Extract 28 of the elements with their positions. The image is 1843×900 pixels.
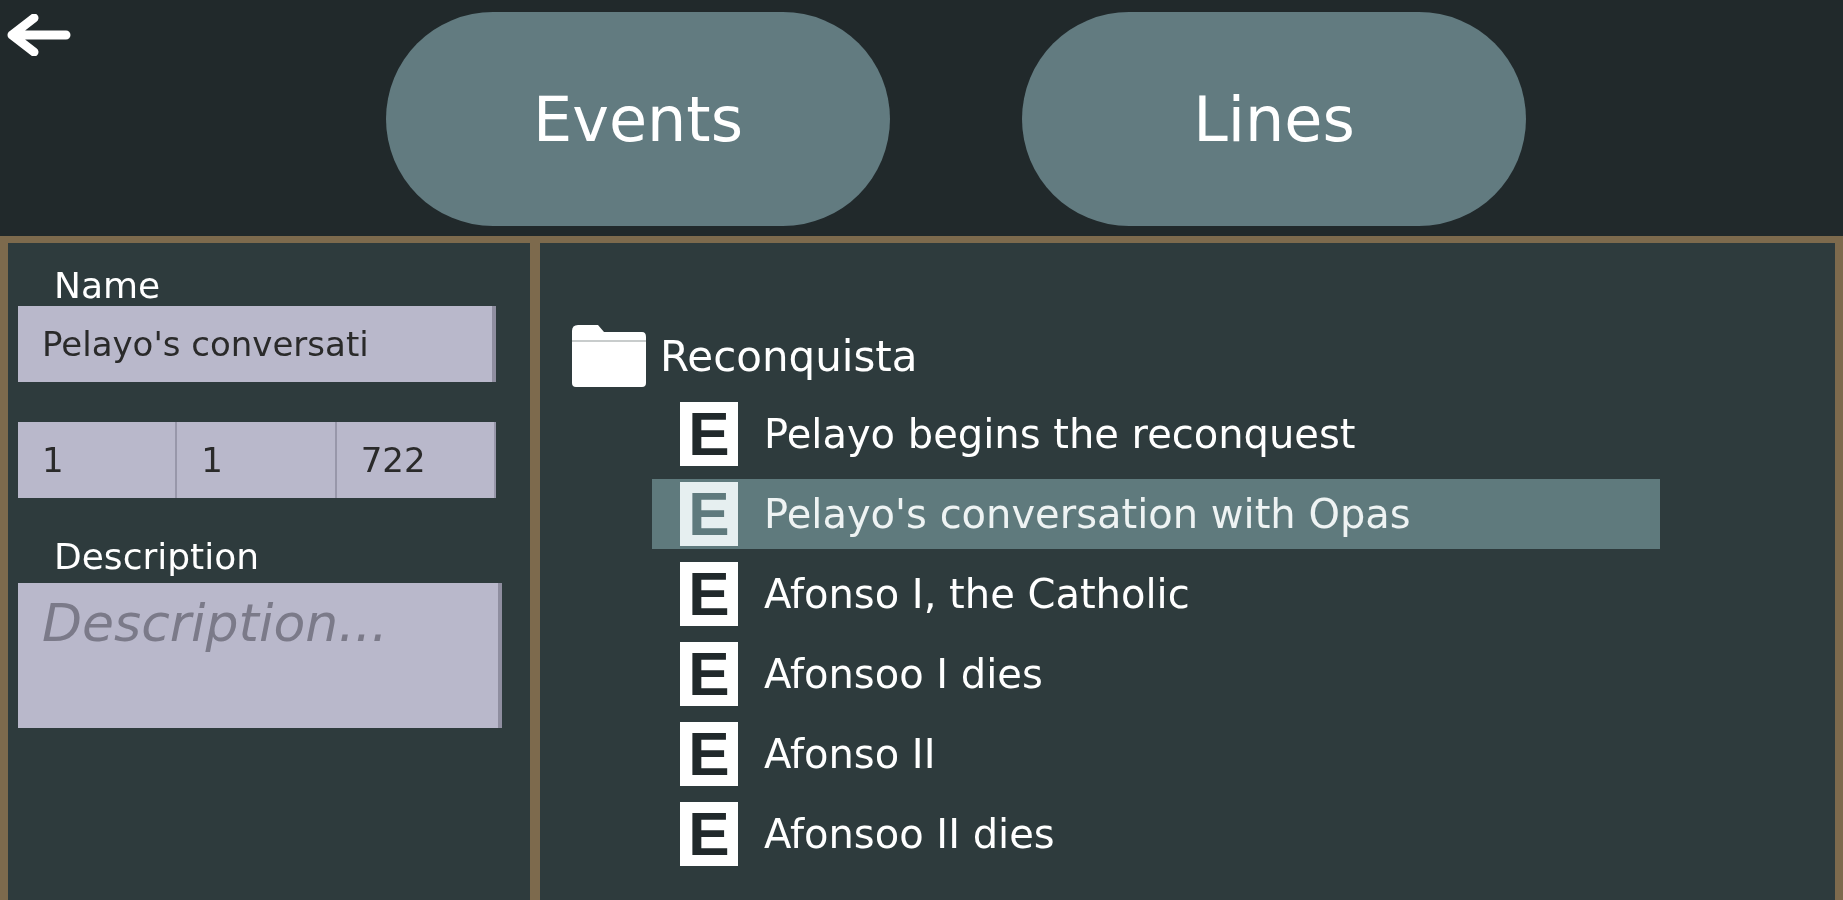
tree-item[interactable]: E Afonso II — [652, 719, 1660, 789]
date-field[interactable]: 1 — [177, 422, 337, 498]
tree-item[interactable]: E Afonso I, the Catholic — [652, 559, 1660, 629]
item-label: Pelayo begins the reconquest — [764, 411, 1356, 457]
item-label: Afonsoo I dies — [764, 651, 1043, 697]
event-badge: E — [680, 402, 738, 466]
folder-icon — [570, 323, 648, 389]
name-label: Name — [54, 265, 162, 306]
item-label: Pelayo's conversation with Opas — [764, 491, 1411, 537]
item-label: Afonso I, the Catholic — [764, 571, 1190, 617]
event-badge: E — [680, 482, 738, 546]
event-badge: E — [680, 802, 738, 866]
event-badge: E — [680, 722, 738, 786]
tree-item[interactable]: E Pelayo's conversation with Opas — [652, 479, 1660, 549]
name-field[interactable]: Pelayo's conversati — [18, 306, 496, 382]
tab-button[interactable]: Lines — [1022, 12, 1526, 226]
item-label: Afonso II — [764, 731, 936, 777]
event-badge: E — [680, 642, 738, 706]
item-label: Afonsoo II dies — [764, 811, 1055, 857]
tree-item[interactable]: E Afonsoo II dies — [652, 799, 1660, 869]
event-badge: E — [680, 562, 738, 626]
description-label: Description — [54, 536, 261, 577]
date-field[interactable]: 722 — [336, 422, 496, 498]
date-field[interactable]: 1 — [18, 422, 178, 498]
tab-button[interactable]: Events — [386, 12, 890, 226]
folder-label[interactable]: Reconquista — [660, 331, 918, 381]
tree-item[interactable]: E Afonsoo I dies — [652, 639, 1660, 709]
tree-item[interactable]: E Pelayo begins the reconquest — [652, 399, 1660, 469]
